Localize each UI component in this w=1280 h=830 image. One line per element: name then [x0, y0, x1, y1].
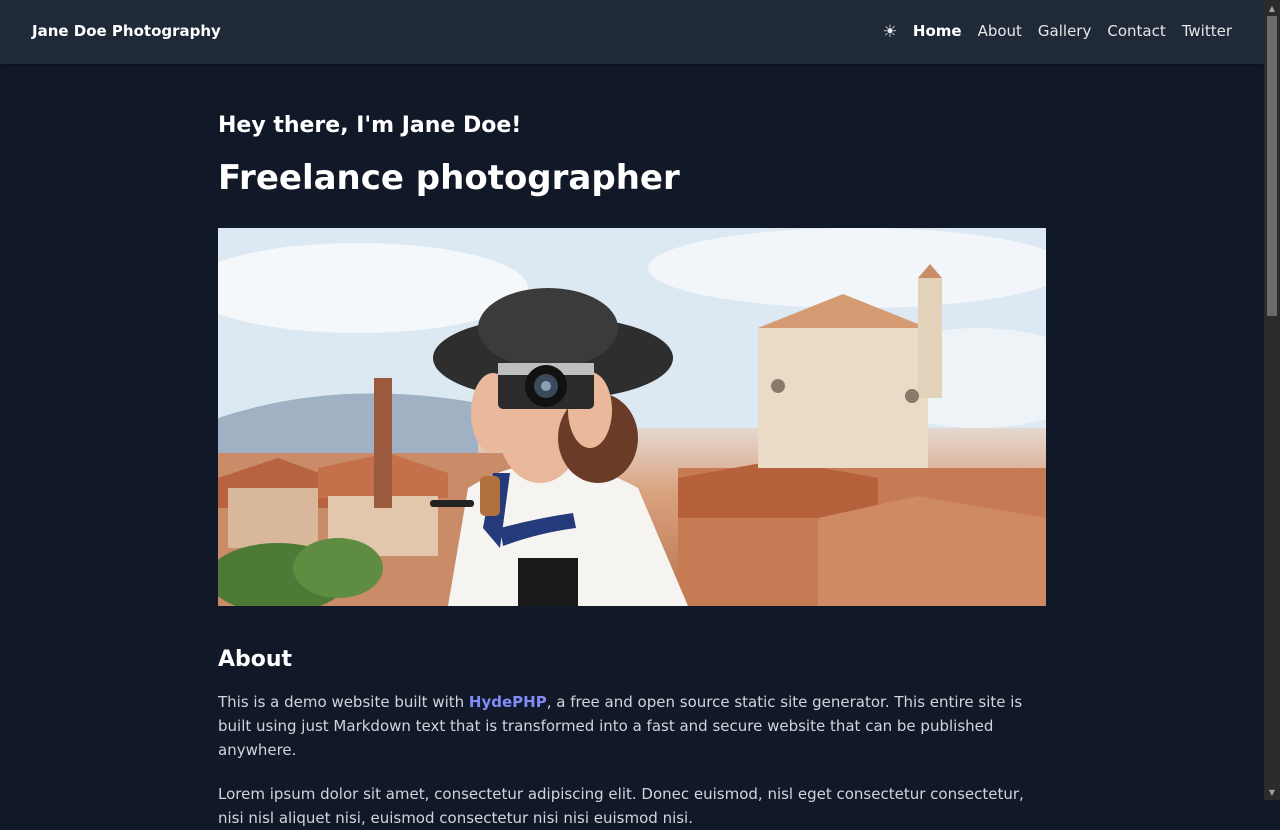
hero-image	[218, 228, 1046, 606]
nav-link-twitter[interactable]: Twitter	[1182, 22, 1232, 40]
nav-link-gallery[interactable]: Gallery	[1038, 22, 1091, 40]
nav-link-contact[interactable]: Contact	[1107, 22, 1165, 40]
scroll-down-icon[interactable]: ▼	[1264, 784, 1280, 800]
about-text-start: This is a demo website built with	[218, 693, 469, 711]
top-navbar: Jane Doe Photography ☀ Home About Galler…	[0, 0, 1264, 64]
greeting-heading: Hey there, I'm Jane Doe!	[218, 113, 522, 138]
sun-icon[interactable]: ☀	[878, 20, 902, 44]
site-brand-link[interactable]: Jane Doe Photography	[32, 22, 221, 40]
nav-link-about[interactable]: About	[978, 22, 1022, 40]
scroll-up-icon[interactable]: ▲	[1264, 0, 1280, 16]
main-content: Hey there, I'm Jane Doe! Freelance photo…	[218, 64, 1046, 830]
page-title: Freelance photographer	[218, 158, 680, 198]
about-heading: About	[218, 647, 293, 672]
about-paragraph: This is a demo website built with HydePH…	[218, 690, 1046, 762]
page-scrollbar[interactable]: ▲ ▼	[1264, 0, 1280, 800]
scrollbar-thumb[interactable]	[1267, 16, 1277, 316]
main-nav: Home About Gallery Contact Twitter	[913, 22, 1232, 40]
hero-photo-illustration	[218, 228, 1046, 606]
hydephp-link[interactable]: HydePHP	[469, 693, 547, 711]
nav-link-home[interactable]: Home	[913, 22, 962, 40]
lorem-paragraph: Lorem ipsum dolor sit amet, consectetur …	[218, 785, 1024, 827]
